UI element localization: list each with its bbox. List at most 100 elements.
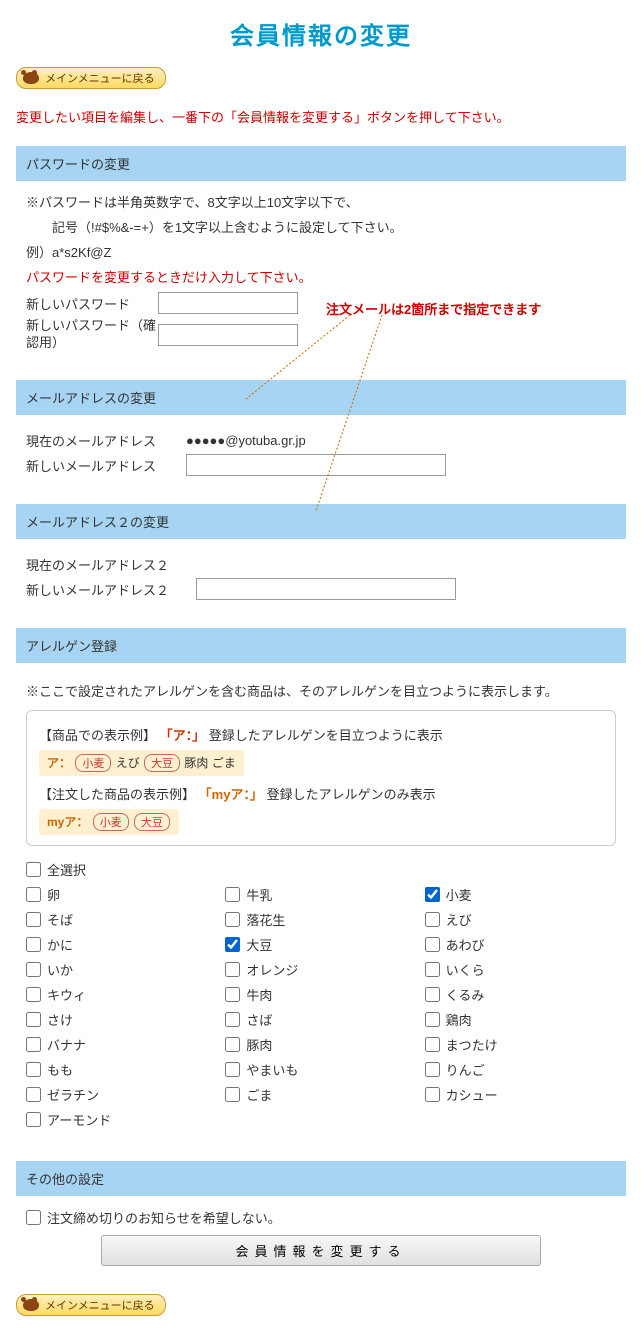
allergen-item: カシュー bbox=[425, 1085, 616, 1104]
ex2-tag-daizu: 大豆 bbox=[134, 813, 170, 831]
menu-return-label-bottom: メインメニューに戻る bbox=[45, 1297, 155, 1313]
allergen-label: オレンジ bbox=[246, 960, 298, 979]
bear-icon bbox=[21, 70, 41, 86]
allergen-checkbox[interactable] bbox=[225, 962, 240, 977]
allergen-item: いくら bbox=[425, 960, 616, 979]
allergen-item: まつたけ bbox=[425, 1035, 616, 1054]
allergen-checkbox[interactable] bbox=[26, 1087, 41, 1102]
ex2-text: 登録したアレルゲンのみ表示 bbox=[267, 787, 436, 802]
new-password-input[interactable] bbox=[158, 292, 298, 314]
allergen-checkbox[interactable] bbox=[425, 1087, 440, 1102]
allergen-checkbox[interactable] bbox=[26, 937, 41, 952]
allergen-checkbox[interactable] bbox=[425, 1062, 440, 1077]
allergen-checkbox[interactable] bbox=[225, 1062, 240, 1077]
current-email-value: ●●●●●@yotuba.gr.jp bbox=[186, 433, 306, 448]
allergen-checkbox[interactable] bbox=[225, 987, 240, 1002]
allergen-item: 卵 bbox=[26, 885, 217, 904]
label-new-email: 新しいメールアドレス bbox=[26, 456, 186, 475]
allergen-label: 小麦 bbox=[446, 885, 472, 904]
allergen-checkbox[interactable] bbox=[225, 937, 240, 952]
allergen-label: もも bbox=[47, 1060, 73, 1079]
label-current-email: 現在のメールアドレス bbox=[26, 431, 186, 450]
allergen-label: かに bbox=[47, 935, 73, 954]
allergen-label: まつたけ bbox=[446, 1035, 498, 1054]
label-current-email2: 現在のメールアドレス２ bbox=[26, 555, 196, 574]
allergen-checkbox[interactable] bbox=[425, 1037, 440, 1052]
allergen-item: 牛乳 bbox=[225, 885, 416, 904]
new-email2-input[interactable] bbox=[196, 578, 456, 600]
section-header-other: その他の設定 bbox=[16, 1161, 626, 1196]
allergen-item: りんご bbox=[425, 1060, 616, 1079]
submit-button[interactable]: 会員情報を変更する bbox=[101, 1235, 541, 1266]
allergen-checkbox[interactable] bbox=[425, 987, 440, 1002]
callout-order-email: 注文メールは2箇所まで指定できます bbox=[326, 299, 541, 318]
allergen-label: アーモンド bbox=[47, 1110, 111, 1129]
allergen-item: あわび bbox=[425, 935, 616, 954]
allergen-item: キウィ bbox=[26, 985, 217, 1004]
main-menu-return-button-bottom[interactable]: メインメニューに戻る bbox=[16, 1294, 166, 1316]
allergen-checkbox[interactable] bbox=[225, 1037, 240, 1052]
allergen-label: さけ bbox=[47, 1010, 73, 1029]
ex1-prefix: 【商品での表示例】 bbox=[39, 728, 156, 743]
ex1-tagline: ア： 小麦 えび 大豆 豚肉 ごま bbox=[39, 750, 244, 776]
allergen-checkbox[interactable] bbox=[26, 962, 41, 977]
password-note-red: パスワードを変更するときだけ入力して下さい。 bbox=[26, 267, 616, 286]
allergen-checkbox[interactable] bbox=[225, 1012, 240, 1027]
password-note-2: 記号（!#$%&-=+）を1文字以上含むように設定して下さい。 bbox=[26, 218, 616, 239]
allergen-checkbox[interactable] bbox=[225, 887, 240, 902]
main-menu-return-button[interactable]: メインメニューに戻る bbox=[16, 67, 166, 89]
allergen-label: 鶏肉 bbox=[446, 1010, 472, 1029]
allergen-label: 大豆 bbox=[246, 935, 272, 954]
ex2-tag-prefix: myア： bbox=[47, 815, 88, 829]
allergen-checkbox[interactable] bbox=[26, 1012, 41, 1027]
allergen-item: そば bbox=[26, 910, 217, 929]
confirm-password-input[interactable] bbox=[158, 324, 298, 346]
allergen-checkbox[interactable] bbox=[425, 887, 440, 902]
allergen-item: アーモンド bbox=[26, 1110, 217, 1129]
ex1-tag-komugi: 小麦 bbox=[75, 754, 111, 772]
allergen-item: ごま bbox=[225, 1085, 416, 1104]
allergen-item: オレンジ bbox=[225, 960, 416, 979]
allergen-label: そば bbox=[47, 910, 73, 929]
ex2-tagline: myア： 小麦 大豆 bbox=[39, 809, 179, 835]
allergen-label: 卵 bbox=[47, 885, 60, 904]
section-header-email2: メールアドレス２の変更 bbox=[16, 504, 626, 539]
allergen-checkbox[interactable] bbox=[425, 912, 440, 927]
allergen-checkbox[interactable] bbox=[425, 1012, 440, 1027]
instruction-text: 変更したい項目を編集し、一番下の「会員情報を変更する」ボタンを押して下さい。 bbox=[16, 107, 626, 126]
allergen-checkbox[interactable] bbox=[26, 1112, 41, 1127]
allergen-label: バナナ bbox=[47, 1035, 86, 1054]
allergen-item: かに bbox=[26, 935, 217, 954]
allergen-note: ※ここで設定されたアレルゲンを含む商品は、そのアレルゲンを目立つように表示します… bbox=[26, 681, 616, 700]
checkbox-select-all[interactable] bbox=[26, 862, 41, 877]
allergen-item: 鶏肉 bbox=[425, 1010, 616, 1029]
allergen-checkbox[interactable] bbox=[225, 1087, 240, 1102]
ex2-prefix: 【注文した商品の表示例】 bbox=[39, 787, 195, 802]
allergen-checkbox[interactable] bbox=[26, 887, 41, 902]
allergen-checkbox[interactable] bbox=[26, 912, 41, 927]
allergen-checkbox[interactable] bbox=[26, 987, 41, 1002]
allergen-item: 牛肉 bbox=[225, 985, 416, 1004]
bear-icon bbox=[21, 1297, 41, 1313]
allergen-checkbox[interactable] bbox=[26, 1037, 41, 1052]
allergen-checkbox[interactable] bbox=[26, 1062, 41, 1077]
allergen-checkbox[interactable] bbox=[225, 912, 240, 927]
ex2-tag-komugi: 小麦 bbox=[93, 813, 129, 831]
allergen-checkbox[interactable] bbox=[425, 962, 440, 977]
allergen-label: 牛肉 bbox=[246, 985, 272, 1004]
ex1-label: 「ア：」 bbox=[160, 728, 206, 743]
new-email-input[interactable] bbox=[186, 454, 446, 476]
allergen-item: いか bbox=[26, 960, 217, 979]
allergen-label: いくら bbox=[446, 960, 485, 979]
allergen-item: 落花生 bbox=[225, 910, 416, 929]
ex1-tag-ebi: えび bbox=[116, 756, 140, 770]
allergen-checkbox[interactable] bbox=[425, 937, 440, 952]
allergen-item: もも bbox=[26, 1060, 217, 1079]
checkbox-no-deadline-notice[interactable] bbox=[26, 1210, 41, 1225]
allergen-item: 小麦 bbox=[425, 885, 616, 904]
label-confirm-password: 新しいパスワード（確認用） bbox=[26, 318, 158, 352]
ex2-label: 「myア：」 bbox=[199, 787, 263, 802]
section-header-allergen: アレルゲン登録 bbox=[16, 628, 626, 663]
allergen-label: 豚肉 bbox=[246, 1035, 272, 1054]
ex1-tag-prefix: ア： bbox=[47, 756, 71, 770]
